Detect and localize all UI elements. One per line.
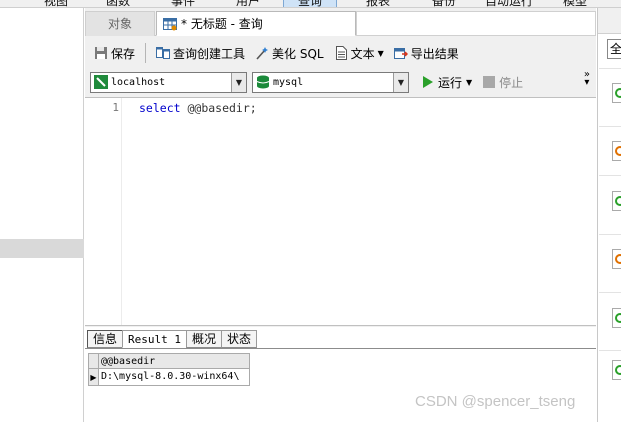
connection-select[interactable]: localhost ▼ bbox=[90, 71, 247, 93]
text-dropdown-button[interactable]: 文本 ▼ bbox=[331, 42, 387, 64]
divider bbox=[599, 126, 621, 127]
connection-value: localhost bbox=[111, 76, 166, 88]
line-number: 1 bbox=[112, 101, 119, 114]
chevron-down-icon[interactable]: ▼ bbox=[231, 72, 246, 92]
menu-item-functions[interactable]: 函数 bbox=[106, 0, 130, 7]
menu-item-model[interactable]: 模型 bbox=[563, 0, 587, 7]
tab-overview[interactable]: 概况 bbox=[186, 330, 223, 348]
column-header-basedir[interactable]: @@basedir bbox=[99, 354, 155, 368]
stop-label: 停止 bbox=[499, 75, 524, 90]
sql-editor[interactable]: 1 select @@basedir; bbox=[85, 97, 596, 326]
stop-button[interactable]: 停止 bbox=[483, 74, 523, 91]
toolbar-separator bbox=[145, 43, 147, 63]
divider bbox=[599, 292, 621, 293]
stop-icon bbox=[483, 76, 496, 88]
connection-icon bbox=[94, 75, 108, 89]
play-icon bbox=[423, 76, 433, 88]
results-tab-baseline bbox=[85, 348, 596, 349]
tab-strip-empty-area bbox=[356, 11, 596, 36]
main-area: 对象 * 无标题 - 查询 保存 查询创建工具 美化 SQL 文本 ▼ 导出结果… bbox=[85, 8, 596, 422]
save-label: 保存 bbox=[111, 46, 136, 61]
right-pane-item[interactable] bbox=[612, 141, 621, 161]
right-pane-item[interactable] bbox=[612, 308, 621, 328]
tab-query-label: * 无标题 - 查询 bbox=[181, 16, 263, 31]
query-builder-button[interactable]: 查询创建工具 bbox=[153, 42, 248, 64]
menu-item-automation[interactable]: 自动运行 bbox=[485, 0, 533, 7]
chevron-down-icon[interactable]: ▼ bbox=[393, 72, 408, 92]
database-value: mysql bbox=[273, 76, 304, 88]
menu-item-query[interactable]: 查询 bbox=[283, 0, 338, 7]
beautify-sql-button[interactable]: 美化 SQL bbox=[252, 42, 327, 64]
export-results-icon bbox=[393, 48, 408, 59]
grid-header-row: @@basedir bbox=[89, 354, 249, 369]
right-pane-item[interactable] bbox=[612, 191, 621, 211]
results-tabs: 信息 Result 1 概况 状态 bbox=[87, 330, 258, 348]
tab-strip: 对象 * 无标题 - 查询 bbox=[85, 8, 596, 36]
menu-item-reports[interactable]: 报表 bbox=[366, 0, 390, 7]
query-builder-icon bbox=[156, 47, 171, 59]
tab-info[interactable]: 信息 bbox=[87, 330, 124, 348]
sql-text: @@basedir; bbox=[180, 101, 257, 115]
selected-tree-item[interactable] bbox=[0, 239, 84, 258]
query-builder-label: 查询创建工具 bbox=[173, 46, 246, 61]
tab-objects[interactable]: 对象 bbox=[85, 11, 155, 36]
run-button[interactable]: 运行 ▼ bbox=[420, 74, 472, 91]
grid-corner bbox=[89, 354, 99, 368]
sql-keyword: select bbox=[139, 101, 181, 115]
toolbar-overflow-chevron-icon[interactable]: » ▾ bbox=[584, 70, 590, 88]
beautify-sql-label: 美化 SQL bbox=[272, 46, 324, 61]
right-pane-item[interactable] bbox=[612, 83, 621, 103]
divider bbox=[599, 175, 621, 176]
chevron-down-icon: ▼ bbox=[377, 48, 384, 58]
text-label: 文本 bbox=[350, 46, 375, 61]
menu-item-view[interactable]: 视图 bbox=[44, 0, 68, 7]
right-pane-item[interactable] bbox=[612, 249, 621, 269]
line-number-gutter: 1 bbox=[85, 98, 122, 325]
text-document-icon bbox=[335, 46, 347, 60]
connection-toolbar: localhost ▼ mysql ▼ 运行 ▼ 停止 » ▾ bbox=[85, 69, 596, 95]
menu-bar: 视图 函数 事件 用户 查询 报表 备份 自动运行 模型 bbox=[0, 0, 621, 8]
tab-result-1[interactable]: Result 1 bbox=[122, 330, 187, 348]
export-results-label: 导出结果 bbox=[410, 46, 459, 61]
divider bbox=[599, 350, 621, 351]
database-select[interactable]: mysql ▼ bbox=[252, 71, 409, 93]
save-button[interactable]: 保存 bbox=[91, 42, 138, 64]
export-results-button[interactable]: 导出结果 bbox=[391, 42, 462, 64]
current-row-arrow-icon: ▶ bbox=[89, 369, 99, 385]
menu-item-users[interactable]: 用户 bbox=[236, 0, 260, 7]
right-pane-item[interactable] bbox=[612, 360, 621, 380]
navigation-pane[interactable] bbox=[0, 8, 84, 422]
divider bbox=[599, 234, 621, 235]
chevron-down-icon: ▼ bbox=[466, 77, 473, 87]
divider bbox=[599, 68, 621, 69]
menu-item-events[interactable]: 事件 bbox=[171, 0, 195, 7]
cell-basedir-value[interactable]: D:\mysql-8.0.30-winx64\ bbox=[99, 369, 239, 385]
tab-status[interactable]: 状态 bbox=[221, 330, 258, 348]
results-grid[interactable]: @@basedir ▶ D:\mysql-8.0.30-winx64\ bbox=[88, 353, 250, 386]
watermark: CSDN @spencer_tseng bbox=[415, 393, 576, 410]
run-label: 运行 bbox=[438, 75, 463, 90]
query-table-icon bbox=[163, 17, 177, 30]
query-toolbar: 保存 查询创建工具 美化 SQL 文本 ▼ 导出结果 bbox=[85, 38, 596, 68]
database-icon bbox=[256, 75, 270, 89]
code-line[interactable]: select @@basedir; bbox=[139, 101, 257, 115]
right-pane-filter-input[interactable]: 全 bbox=[607, 39, 621, 59]
right-pane-header bbox=[598, 8, 621, 34]
table-row[interactable]: ▶ D:\mysql-8.0.30-winx64\ bbox=[89, 369, 249, 385]
right-side-pane: 全 bbox=[597, 8, 621, 422]
save-icon bbox=[95, 47, 107, 59]
tab-query[interactable]: * 无标题 - 查询 bbox=[156, 11, 356, 36]
beautify-wand-icon bbox=[256, 47, 269, 60]
menu-item-backup[interactable]: 备份 bbox=[432, 0, 456, 7]
